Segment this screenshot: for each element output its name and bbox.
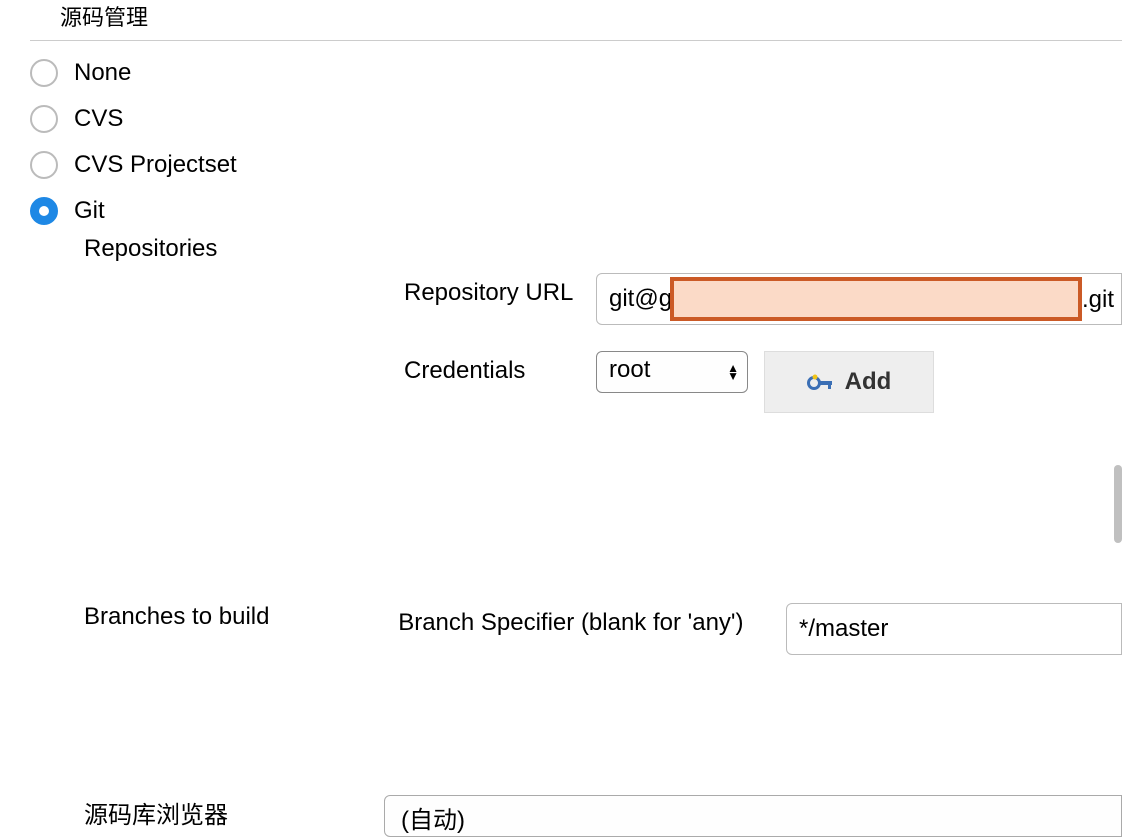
- radio-git[interactable]: [30, 197, 58, 225]
- credentials-selected-value: root: [609, 356, 650, 383]
- git-config-block: Repositories Repository URL .git Credent…: [0, 235, 1122, 837]
- scrollbar-thumb[interactable]: [1114, 465, 1122, 543]
- scm-radio-group: None CVS CVS Projectset Git: [0, 59, 1122, 225]
- credentials-row: Credentials root ▲▼ Add: [84, 351, 1122, 413]
- repo-url-row: Repository URL .git: [84, 273, 1122, 325]
- redacted-area: [670, 277, 1082, 321]
- radio-row-none[interactable]: None: [30, 59, 1122, 87]
- radio-label-none: None: [74, 59, 131, 87]
- radio-cvs-projectset[interactable]: [30, 151, 58, 179]
- branch-specifier-label: Branch Specifier (blank for 'any'): [398, 603, 786, 637]
- repo-url-label: Repository URL: [404, 273, 596, 307]
- credentials-controls: root ▲▼ Add: [596, 351, 934, 413]
- add-credentials-button[interactable]: Add: [764, 351, 934, 413]
- branches-heading: Branches to build: [84, 603, 398, 631]
- select-arrows-icon: ▲▼: [727, 364, 739, 380]
- radio-row-cvs[interactable]: CVS: [30, 105, 1122, 133]
- repo-url-suffix: .git: [1082, 286, 1114, 314]
- credentials-label: Credentials: [404, 351, 596, 385]
- section-title: 源码管理: [30, 0, 1122, 41]
- branch-specifier-input[interactable]: [786, 603, 1122, 655]
- source-browser-row: 源码库浏览器 (自动): [84, 795, 1122, 837]
- radio-none[interactable]: [30, 59, 58, 87]
- radio-row-git[interactable]: Git: [30, 197, 1122, 225]
- radio-label-git: Git: [74, 197, 105, 225]
- radio-row-cvs-projectset[interactable]: CVS Projectset: [30, 151, 1122, 179]
- branches-row: Branches to build Branch Specifier (blan…: [84, 603, 1122, 655]
- source-browser-value: (自动): [401, 807, 465, 834]
- radio-label-cvs-projectset: CVS Projectset: [74, 151, 237, 179]
- radio-cvs[interactable]: [30, 105, 58, 133]
- key-icon: [807, 372, 835, 392]
- source-browser-select[interactable]: (自动): [384, 795, 1122, 837]
- repositories-heading: Repositories: [84, 235, 1122, 263]
- radio-label-cvs: CVS: [74, 105, 123, 133]
- credentials-select[interactable]: root ▲▼: [596, 351, 748, 393]
- source-browser-label: 源码库浏览器: [84, 795, 384, 830]
- add-button-label: Add: [845, 368, 892, 396]
- repo-url-input-wrap: .git: [596, 273, 1122, 325]
